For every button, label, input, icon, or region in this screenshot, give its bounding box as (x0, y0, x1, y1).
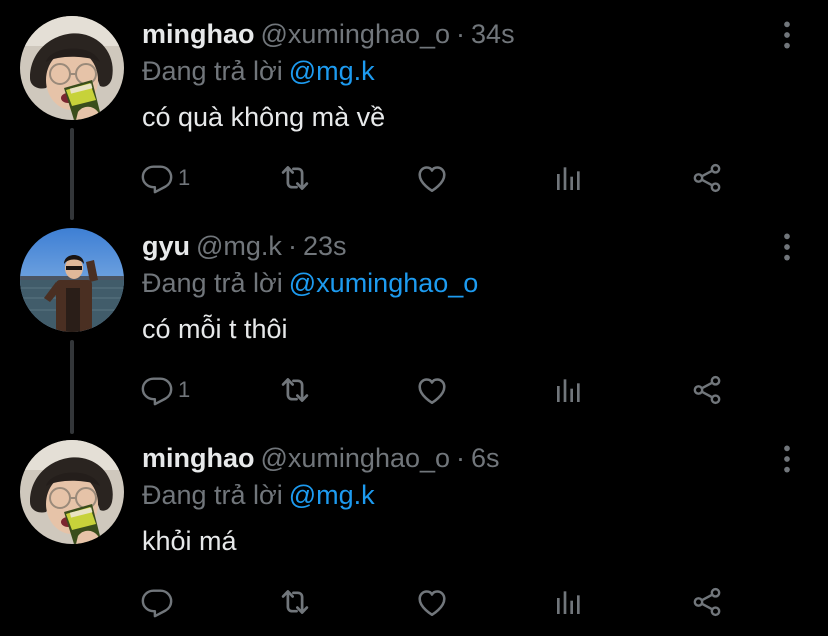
minghao-avatar (20, 440, 124, 544)
share-icon (690, 161, 724, 195)
more-button[interactable] (770, 230, 804, 264)
retweet-button[interactable] (276, 582, 314, 622)
reply-icon (140, 585, 174, 619)
replying-to: Đang trả lời @xuminghao_o (142, 265, 478, 301)
display-name[interactable]: minghao (142, 443, 255, 473)
user-handle[interactable]: @mg.k (196, 231, 282, 261)
more-icon (770, 442, 804, 476)
more-button[interactable] (770, 442, 804, 476)
retweet-icon (276, 371, 314, 409)
timestamp[interactable]: 34s (471, 19, 515, 49)
views-button[interactable] (553, 370, 585, 410)
separator-dot: · (456, 443, 466, 473)
views-icon (553, 162, 585, 194)
reply-icon (140, 373, 174, 407)
mention-link[interactable]: @xuminghao_o (289, 268, 479, 298)
more-button[interactable] (770, 18, 804, 52)
tweet[interactable]: minghao @xuminghao_o · 34s Đang trả lời @mg.… (0, 0, 828, 212)
mention-link[interactable]: @mg.k (289, 56, 375, 86)
share-icon (690, 373, 724, 407)
views-button[interactable] (553, 158, 585, 198)
separator-dot: · (456, 19, 466, 49)
retweet-icon (276, 583, 314, 621)
reply-icon (140, 161, 174, 195)
display-name[interactable]: gyu (142, 231, 190, 261)
share-button[interactable] (690, 582, 724, 622)
tweet-header: gyu @mg.k · 23s (142, 228, 346, 264)
avatar-gyu[interactable] (20, 228, 124, 332)
share-button[interactable] (690, 158, 724, 198)
retweet-button[interactable] (276, 370, 314, 410)
views-icon (553, 374, 585, 406)
retweet-icon (276, 159, 314, 197)
tweet-text: khỏi má (142, 526, 237, 556)
user-handle[interactable]: @xuminghao_o (261, 443, 451, 473)
more-icon (770, 230, 804, 264)
share-button[interactable] (690, 370, 724, 410)
retweet-button[interactable] (276, 158, 314, 198)
tweet-header: minghao @xuminghao_o · 34s (142, 16, 515, 52)
reply-count: 1 (178, 377, 191, 402)
replying-to: Đang trả lời @mg.k (142, 53, 375, 89)
separator-dot: · (287, 231, 297, 261)
like-button[interactable] (414, 370, 450, 410)
tweet-actions: 1 (0, 370, 828, 410)
avatar-minghao[interactable] (20, 440, 124, 544)
tweet-header: minghao @xuminghao_o · 6s (142, 440, 500, 476)
like-icon (414, 160, 450, 196)
like-icon (414, 372, 450, 408)
like-button[interactable] (414, 582, 450, 622)
replying-label: Đang trả lời (142, 56, 283, 86)
avatar-minghao[interactable] (20, 16, 124, 120)
reply-count: 1 (178, 165, 191, 190)
tweet-actions (0, 582, 828, 622)
reply-button[interactable]: 1 (140, 158, 190, 198)
minghao-avatar (20, 16, 124, 120)
share-icon (690, 585, 724, 619)
tweet[interactable]: minghao @xuminghao_o · 6s Đang trả lời @mg.k… (0, 424, 828, 636)
reply-button[interactable]: 1 (140, 370, 190, 410)
views-button[interactable] (553, 582, 585, 622)
replying-label: Đang trả lời (142, 480, 283, 510)
tweet-text: có mỗi t thôi (142, 314, 288, 344)
replying-to: Đang trả lời @mg.k (142, 477, 375, 513)
like-icon (414, 584, 450, 620)
timestamp[interactable]: 6s (471, 443, 500, 473)
reply-button[interactable] (140, 582, 178, 622)
views-icon (553, 586, 585, 618)
timestamp[interactable]: 23s (303, 231, 347, 261)
tweet-actions: 1 (0, 158, 828, 198)
gyu-avatar (20, 228, 124, 332)
replying-label: Đang trả lời (142, 268, 283, 298)
mention-link[interactable]: @mg.k (289, 480, 375, 510)
tweet[interactable]: gyu @mg.k · 23s Đang trả lời @xuminghao_o có… (0, 212, 828, 424)
more-icon (770, 18, 804, 52)
like-button[interactable] (414, 158, 450, 198)
display-name[interactable]: minghao (142, 19, 255, 49)
user-handle[interactable]: @xuminghao_o (261, 19, 451, 49)
tweet-text: có quà không mà về (142, 102, 386, 132)
